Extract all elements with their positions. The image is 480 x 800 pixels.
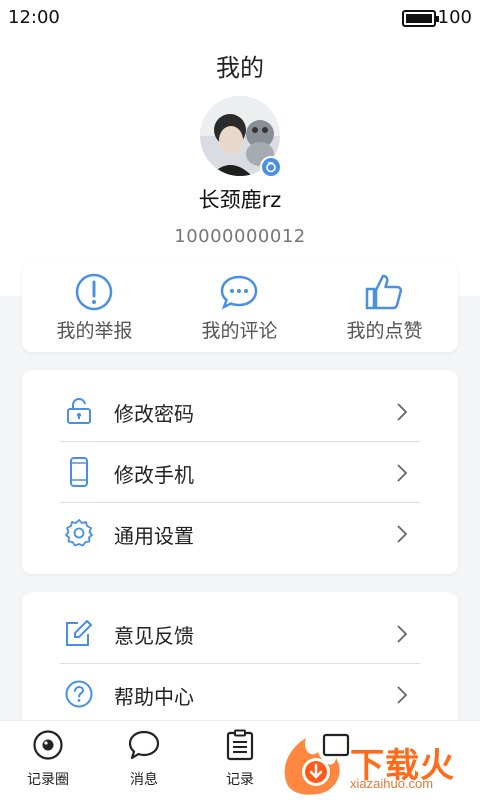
- edit-icon: [66, 620, 92, 646]
- help-center-item[interactable]: 帮助中心: [60, 664, 420, 726]
- my-comments-button[interactable]: 我的评论: [167, 262, 312, 352]
- my-likes-label: 我的点赞: [346, 320, 423, 342]
- chevron-right-icon: [397, 686, 408, 704]
- my-reports-label: 我的举报: [56, 320, 133, 342]
- help-center-label: 帮助中心: [114, 685, 194, 709]
- change-password-label: 修改密码: [114, 402, 194, 426]
- battery-icon: [402, 10, 439, 27]
- my-likes-button[interactable]: 我的点赞: [312, 262, 457, 352]
- general-settings-item[interactable]: 通用设置: [60, 503, 420, 565]
- quick-actions-card: 我的举报 我的评论 我的点赞: [22, 262, 458, 352]
- comment-icon: [220, 275, 258, 310]
- alert-icon: [75, 273, 113, 311]
- help-icon: [65, 680, 93, 708]
- tab-records-label: 记录: [226, 772, 254, 788]
- tab-record-circle-label: 记录圈: [27, 772, 69, 788]
- status-bar: 12:00 100: [0, 0, 480, 36]
- tab-messages-label: 消息: [130, 772, 158, 788]
- general-settings-label: 通用设置: [114, 524, 194, 548]
- status-time: 12:00: [8, 7, 60, 28]
- chevron-right-icon: [397, 464, 408, 482]
- battery-level: 100: [437, 7, 472, 28]
- watermark-url: xiazaihuo.com: [350, 776, 434, 791]
- message-icon: [128, 730, 160, 760]
- eye-icon: [33, 730, 63, 760]
- change-password-item[interactable]: 修改密码: [60, 381, 420, 443]
- tab-records[interactable]: 记录: [192, 721, 288, 800]
- user-id: 10000000012: [174, 226, 306, 247]
- phone-icon: [70, 457, 88, 487]
- chevron-right-icon: [397, 525, 408, 543]
- tab-record-circle[interactable]: 记录圈: [0, 721, 96, 800]
- thumbs-up-icon: [365, 274, 403, 310]
- gear-icon: [65, 519, 93, 547]
- chevron-right-icon: [397, 403, 408, 421]
- my-comments-label: 我的评论: [201, 320, 278, 342]
- page-title: 我的: [216, 54, 264, 82]
- change-phone-item[interactable]: 修改手机: [60, 442, 420, 504]
- avatar-edit-badge[interactable]: [260, 156, 282, 178]
- my-reports-button[interactable]: 我的举报: [22, 262, 167, 352]
- feedback-label: 意见反馈: [114, 624, 194, 648]
- chevron-right-icon: [397, 625, 408, 643]
- feedback-item[interactable]: 意见反馈: [60, 603, 420, 665]
- change-phone-label: 修改手机: [114, 463, 194, 487]
- account-settings-card: 修改密码 修改手机 通用设置: [22, 370, 458, 574]
- user-name: 长颈鹿rz: [198, 188, 282, 212]
- lock-icon: [67, 397, 91, 424]
- clipboard-icon: [226, 729, 254, 761]
- tab-messages[interactable]: 消息: [96, 721, 192, 800]
